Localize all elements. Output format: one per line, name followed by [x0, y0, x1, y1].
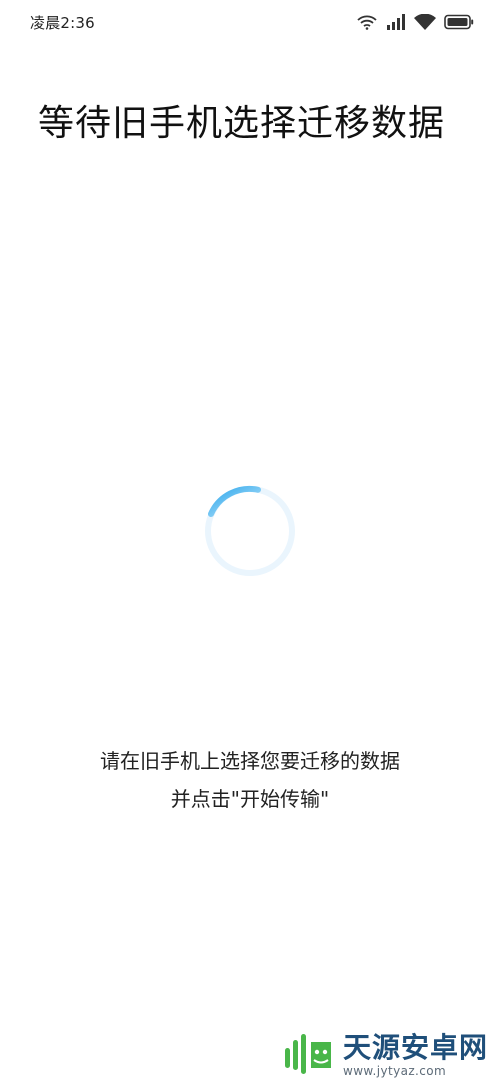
- wifi-icon: [414, 14, 436, 30]
- watermark-text: 天源安卓网 www.jytyaz.com: [342, 1031, 488, 1079]
- hotspot-icon: [357, 15, 377, 30]
- instruction-text: 请在旧手机上选择您要迁移的数据 并点击"开始传输": [0, 742, 500, 818]
- status-time: 凌晨2:36: [30, 14, 95, 32]
- status-bar: 凌晨2:36: [0, 0, 500, 44]
- instruction-line-1: 请在旧手机上选择您要迁移的数据: [100, 749, 400, 773]
- watermark: 天源安卓网 www.jytyaz.com: [283, 1032, 488, 1078]
- instruction-line-2: 并点击"开始传输": [170, 787, 330, 811]
- watermark-url: www.jytyaz.com: [342, 1064, 447, 1078]
- watermark-name: 天源安卓网: [342, 1031, 488, 1064]
- battery-icon: [444, 14, 474, 30]
- android-logo-icon: [284, 1034, 331, 1074]
- page-title: 等待旧手机选择迁移数据: [38, 103, 446, 144]
- loading-spinner-icon: [205, 485, 295, 576]
- status-icons: [356, 12, 474, 32]
- signal-icon: [387, 14, 405, 30]
- spinner-arc: [208, 485, 261, 517]
